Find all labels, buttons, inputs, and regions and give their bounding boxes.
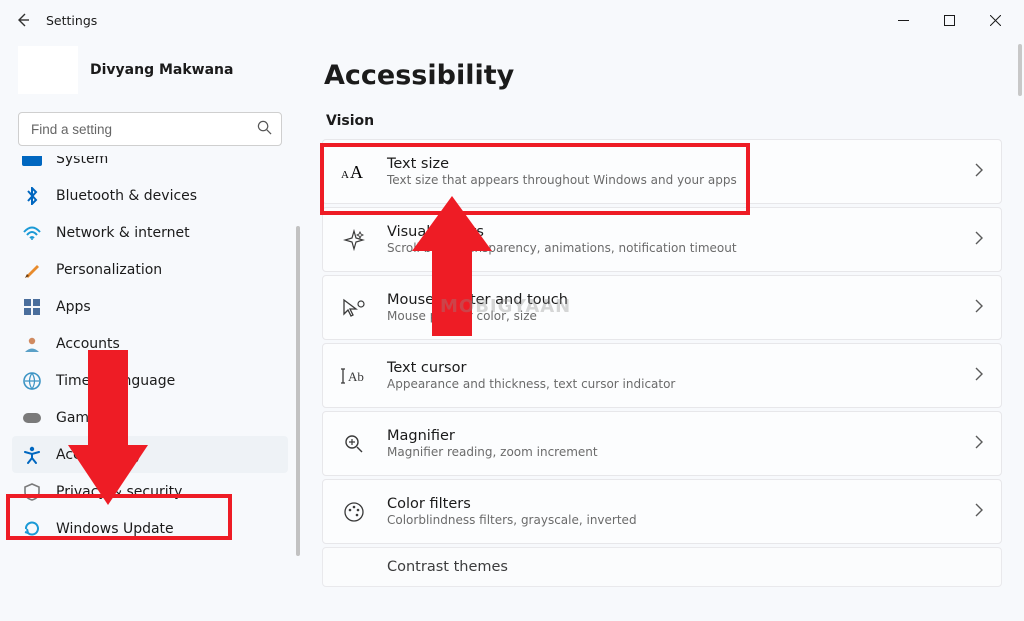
sidebar-item-label: Windows Update: [56, 521, 174, 537]
sidebar-item-label: Gaming: [56, 410, 111, 426]
visual-effects-icon: [341, 229, 367, 251]
chevron-right-icon: [974, 434, 983, 453]
back-arrow-icon: [15, 12, 31, 28]
search-icon: [257, 120, 272, 139]
update-icon: [22, 519, 42, 539]
card-desc: Appearance and thickness, text cursor in…: [387, 377, 954, 391]
card-title: Text cursor: [387, 360, 954, 376]
card-color-filters[interactable]: Color filtersColorblindness filters, gra…: [322, 479, 1002, 544]
card-text-size[interactable]: AA Text sizeText size that appears throu…: [322, 139, 1002, 204]
sidebar-item-gaming[interactable]: Gaming: [12, 399, 288, 436]
bluetooth-icon: [22, 186, 42, 206]
card-title: Text size: [387, 156, 954, 172]
text-cursor-icon: Ab: [341, 367, 367, 385]
accounts-icon: [22, 334, 42, 354]
personalization-icon: [22, 260, 42, 280]
sidebar-item-label: Personalization: [56, 262, 162, 278]
card-desc: Text size that appears throughout Window…: [387, 173, 954, 187]
avatar: [18, 46, 78, 94]
chevron-right-icon: [974, 162, 983, 181]
card-contrast-themes[interactable]: Contrast themes: [322, 547, 1002, 587]
color-filters-icon: [341, 502, 367, 522]
window-title: Settings: [46, 13, 97, 28]
sidebar-item-system[interactable]: System: [12, 156, 288, 177]
chevron-right-icon: [974, 502, 983, 521]
card-title: Magnifier: [387, 428, 954, 444]
card-title: Contrast themes: [387, 559, 983, 575]
chevron-right-icon: [974, 366, 983, 385]
minimize-button[interactable]: [880, 4, 926, 36]
gaming-icon: [22, 408, 42, 428]
card-title: Mouse pointer and touch: [387, 292, 954, 308]
svg-text:A: A: [341, 169, 349, 181]
sidebar-item-label: Network & internet: [56, 225, 190, 241]
mouse-pointer-icon: [341, 298, 367, 318]
sidebar-item-update[interactable]: Windows Update: [12, 510, 288, 547]
chevron-right-icon: [974, 298, 983, 317]
privacy-icon: [22, 482, 42, 502]
card-visual-effects[interactable]: Visual effectsScroll bars, transparency,…: [322, 207, 1002, 272]
card-text-cursor[interactable]: Ab Text cursorAppearance and thickness, …: [322, 343, 1002, 408]
search-wrap: [18, 112, 282, 146]
sidebar-item-bluetooth[interactable]: Bluetooth & devices: [12, 177, 288, 214]
user-name: Divyang Makwana: [90, 62, 233, 78]
sidebar-item-personalization[interactable]: Personalization: [12, 251, 288, 288]
back-button[interactable]: [6, 3, 40, 37]
settings-cards: AA Text sizeText size that appears throu…: [322, 139, 1002, 587]
titlebar: Settings: [0, 0, 1024, 40]
sidebar-item-privacy[interactable]: Privacy & security: [12, 473, 288, 510]
main-scrollbar-thumb[interactable]: [1018, 44, 1022, 96]
system-icon: [22, 156, 42, 169]
sidebar: Divyang Makwana System Bluetoot: [0, 40, 300, 621]
apps-icon: [22, 297, 42, 317]
card-title: Color filters: [387, 496, 954, 512]
card-desc: Magnifier reading, zoom increment: [387, 445, 954, 459]
card-desc: Mouse pointer color, size: [387, 309, 954, 323]
sidebar-item-label: Accounts: [56, 336, 120, 352]
sidebar-item-label: Privacy & security: [56, 484, 182, 500]
maximize-icon: [944, 15, 955, 26]
sidebar-item-apps[interactable]: Apps: [12, 288, 288, 325]
sidebar-item-network[interactable]: Network & internet: [12, 214, 288, 251]
card-desc: Colorblindness filters, grayscale, inver…: [387, 513, 954, 527]
text-size-icon: AA: [341, 162, 367, 182]
sidebar-item-accounts[interactable]: Accounts: [12, 325, 288, 362]
magnifier-icon: [341, 434, 367, 454]
sidebar-item-label: Apps: [56, 299, 91, 315]
card-title: Visual effects: [387, 224, 954, 240]
maximize-button[interactable]: [926, 4, 972, 36]
search-input[interactable]: [18, 112, 282, 146]
section-vision-label: Vision: [326, 113, 1002, 129]
svg-text:A: A: [350, 162, 363, 182]
user-row[interactable]: Divyang Makwana: [12, 40, 288, 112]
close-icon: [990, 15, 1001, 26]
main-content: Accessibility Vision AA Text sizeText si…: [300, 40, 1024, 621]
card-mouse-pointer[interactable]: Mouse pointer and touchMouse pointer col…: [322, 275, 1002, 340]
sidebar-item-label: Bluetooth & devices: [56, 188, 197, 204]
sidebar-item-accessibility[interactable]: Accessibility: [12, 436, 288, 473]
sidebar-item-time[interactable]: Time & language: [12, 362, 288, 399]
card-magnifier[interactable]: MagnifierMagnifier reading, zoom increme…: [322, 411, 1002, 476]
chevron-right-icon: [974, 230, 983, 249]
settings-window: Settings Divyang Makwana: [0, 0, 1024, 621]
close-button[interactable]: [972, 4, 1018, 36]
svg-text:Ab: Ab: [348, 369, 364, 384]
sidebar-item-label: Accessibility: [56, 447, 142, 463]
sidebar-item-label: System: [56, 156, 108, 167]
minimize-icon: [898, 15, 909, 26]
sidebar-item-label: Time & language: [56, 373, 175, 389]
page-title: Accessibility: [324, 60, 1002, 91]
network-icon: [22, 223, 42, 243]
accessibility-icon: [22, 445, 42, 465]
window-controls: [880, 4, 1018, 36]
time-language-icon: [22, 371, 42, 391]
card-desc: Scroll bars, transparency, animations, n…: [387, 241, 954, 255]
nav: System Bluetooth & devices Network & int…: [12, 156, 288, 586]
